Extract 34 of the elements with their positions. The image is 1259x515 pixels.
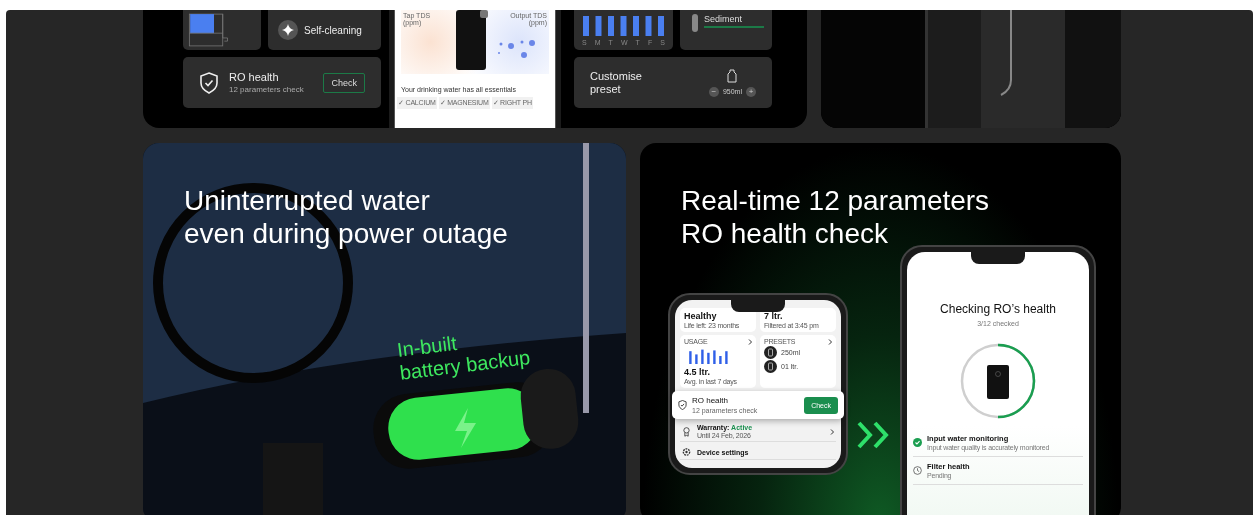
minus-button[interactable]: − xyxy=(708,86,719,97)
tile-title: RO health xyxy=(229,71,280,83)
filtered-value: 7 ltr. xyxy=(764,311,784,321)
section-heading: Uninterrupted water even during power outage xyxy=(184,184,509,250)
check-circle-icon xyxy=(913,438,922,447)
bottle-icon xyxy=(764,360,777,373)
purifier-icon xyxy=(987,365,1009,399)
section-heading: Real-time 12 parameters RO health check xyxy=(681,184,991,250)
purifier-icon xyxy=(456,10,488,70)
preset-title: Customise preset xyxy=(590,69,642,96)
phone-notch xyxy=(731,300,785,312)
shield-check-icon xyxy=(678,400,687,410)
usage-value: 4.5 ltr. xyxy=(684,367,711,377)
bottle-icon xyxy=(764,346,777,359)
clock-icon xyxy=(913,466,922,475)
chevron-right-icon xyxy=(748,338,752,345)
sparkle-icon xyxy=(278,20,298,40)
chevron-right-icon xyxy=(828,338,832,345)
bottle-icon xyxy=(727,68,738,83)
tile-label: Self-cleaning xyxy=(304,24,362,36)
phone-notch xyxy=(971,252,1025,264)
settings-icon xyxy=(682,447,691,457)
award-icon xyxy=(682,426,691,437)
plus-button[interactable]: + xyxy=(746,86,756,97)
check-button[interactable]: Check xyxy=(323,72,365,93)
card-title: RO health xyxy=(692,396,730,405)
tile-subtitle: 12 parameters check xyxy=(229,85,305,94)
shield-check-icon xyxy=(199,71,219,94)
status-text: Healthy xyxy=(684,311,718,321)
filter-icon xyxy=(692,14,698,32)
chevron-right-icon xyxy=(830,428,834,435)
filter-label: Sediment xyxy=(704,14,764,28)
battery-caption: In-built battery backup xyxy=(395,330,532,385)
screen-title: Checking RO’s health xyxy=(940,302,1056,316)
